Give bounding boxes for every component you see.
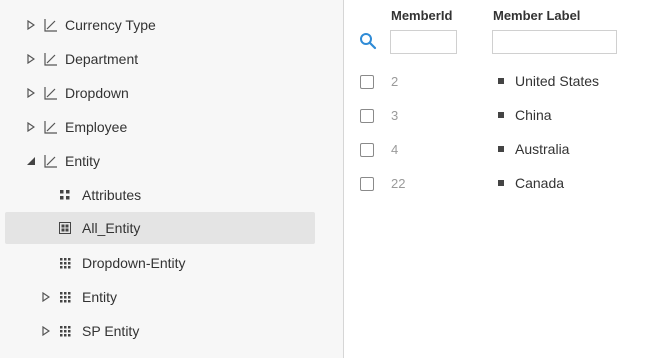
tree-item-attributes[interactable]: Attributes xyxy=(5,179,315,211)
expand-arrow-icon[interactable] xyxy=(40,291,52,303)
member-label-cell: Canada xyxy=(515,175,565,191)
tree-item-label: Department xyxy=(65,51,139,67)
bullet-icon xyxy=(498,112,504,118)
chart-line-icon xyxy=(43,153,59,169)
chart-line-icon xyxy=(43,17,59,33)
chart-line-icon xyxy=(43,51,59,67)
member-label-cell: Australia xyxy=(515,141,570,157)
tree-item-all-entity[interactable]: All_Entity xyxy=(5,212,315,244)
row-checkbox[interactable] xyxy=(360,75,374,89)
tree-item-sp-entity[interactable]: SP Entity xyxy=(5,315,315,347)
expand-arrow-icon[interactable] xyxy=(25,19,37,31)
bullet-icon xyxy=(498,146,504,152)
expand-arrow-icon[interactable] xyxy=(40,325,52,337)
tree-item-dropdown-entity[interactable]: Dropdown-Entity xyxy=(5,247,315,279)
row-checkbox[interactable] xyxy=(360,143,374,157)
expand-arrow-icon[interactable] xyxy=(25,121,37,133)
members-grid-panel: MemberId Member Label 2 United States 3 … xyxy=(345,0,651,358)
member-id-cell: 22 xyxy=(391,176,406,191)
tree-item-label: SP Entity xyxy=(82,323,140,339)
table-row[interactable]: 3 China xyxy=(345,107,651,143)
collapse-arrow-icon[interactable] xyxy=(25,155,37,167)
tree-item-department[interactable]: Department xyxy=(5,43,315,75)
tree-item-dropdown[interactable]: Dropdown xyxy=(5,77,315,109)
member-label-cell: China xyxy=(515,107,552,123)
tree-item-label: Attributes xyxy=(82,187,142,203)
tree-item-employee[interactable]: Employee xyxy=(5,111,315,143)
expand-arrow-icon[interactable] xyxy=(25,53,37,65)
dotted-grid-icon xyxy=(57,289,73,305)
row-checkbox[interactable] xyxy=(360,109,374,123)
tree-item-label: Dropdown-Entity xyxy=(82,255,186,271)
dotted-grid-icon xyxy=(57,323,73,339)
tree-item-currency-type[interactable]: Currency Type xyxy=(5,9,315,41)
member-id-cell: 2 xyxy=(391,74,399,89)
attributes-grid-icon xyxy=(57,187,73,203)
table-row[interactable]: 4 Australia xyxy=(345,141,651,177)
member-label-cell: United States xyxy=(515,73,600,89)
member-label-filter-input[interactable] xyxy=(492,30,617,54)
column-header-member-label[interactable]: Member Label xyxy=(493,8,580,23)
row-checkbox[interactable] xyxy=(360,177,374,191)
hierarchy-grid-icon xyxy=(57,220,73,236)
bullet-icon xyxy=(498,180,504,186)
column-header-memberid[interactable]: MemberId xyxy=(391,8,452,23)
tree-item-entity[interactable]: Entity xyxy=(5,145,315,177)
dotted-grid-icon xyxy=(57,255,73,271)
chart-line-icon xyxy=(43,85,59,101)
member-id-cell: 3 xyxy=(391,108,399,123)
tree-item-entity-child[interactable]: Entity xyxy=(5,281,315,313)
table-row[interactable]: 2 United States xyxy=(345,73,651,109)
tree-item-label: Employee xyxy=(65,119,128,135)
member-id-cell: 4 xyxy=(391,142,399,157)
tree-item-label: All_Entity xyxy=(82,220,141,236)
tree-item-label: Dropdown xyxy=(65,85,129,101)
search-icon[interactable] xyxy=(359,32,377,50)
tree-item-label: Entity xyxy=(82,289,118,305)
dimension-tree-panel: Currency Type Department Dropdown Employ… xyxy=(0,0,344,358)
chart-line-icon xyxy=(43,119,59,135)
table-row[interactable]: 22 Canada xyxy=(345,175,651,211)
bullet-icon xyxy=(498,78,504,84)
expand-arrow-icon[interactable] xyxy=(25,87,37,99)
tree-item-label: Entity xyxy=(65,153,101,169)
memberid-filter-input[interactable] xyxy=(390,30,457,54)
tree-item-label: Currency Type xyxy=(65,17,156,33)
